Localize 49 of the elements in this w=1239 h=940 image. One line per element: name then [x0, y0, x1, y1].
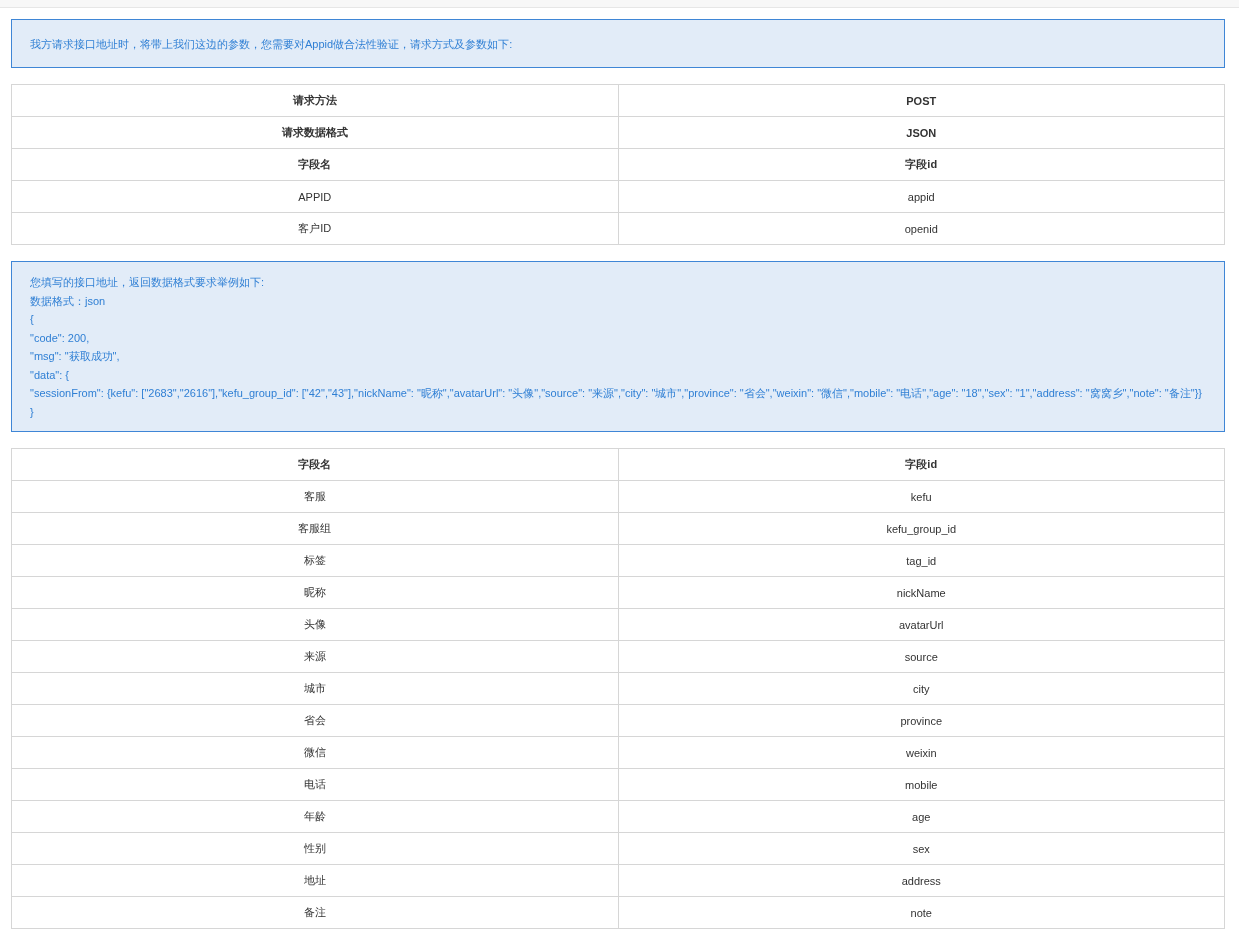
table-cell: avatarUrl — [618, 608, 1225, 641]
table-cell: 客户ID — [11, 212, 618, 245]
header-cell: POST — [618, 84, 1225, 117]
code-line: "msg": "获取成功", — [30, 349, 121, 364]
table-cell: 年龄 — [11, 800, 618, 833]
code-line: "data": { — [30, 367, 70, 383]
header-cell: 字段名 — [11, 448, 618, 481]
table-cell: 性别 — [11, 832, 618, 865]
table-cell: appid — [618, 180, 1225, 213]
table-cell: 电话 — [11, 768, 618, 801]
table-cell: openid — [618, 212, 1225, 245]
table-cell: kefu — [618, 480, 1225, 513]
header-cell: 字段名 — [11, 148, 618, 181]
table-cell: city — [618, 672, 1225, 705]
table-cell: 昵称 — [11, 576, 618, 609]
table-cell: kefu_group_id — [618, 512, 1225, 545]
table-cell: 客服 — [11, 480, 618, 513]
header-cell: 字段id — [618, 448, 1225, 481]
code-line: 您填写的接口地址，返回数据格式要求举例如下: — [30, 275, 266, 290]
table-cell: age — [618, 800, 1225, 833]
table-cell: 省会 — [11, 704, 618, 737]
table-cell: 备注 — [11, 896, 618, 929]
table-cell: sex — [618, 832, 1225, 865]
table-cell: 头像 — [11, 608, 618, 641]
table-cell: address — [618, 864, 1225, 897]
table-cell: 城市 — [11, 672, 618, 705]
header-cell: 请求方法 — [11, 84, 618, 117]
code-line: } — [30, 404, 35, 420]
info-notice: 我方请求接口地址时，将带上我们这边的参数，您需要对Appid做合法性验证，请求方式及参数如下: — [11, 19, 1225, 68]
header-cell: JSON — [618, 116, 1225, 149]
table-cell: nickName — [618, 576, 1225, 609]
table-cell: 标签 — [11, 544, 618, 577]
table-cell: APPID — [11, 180, 618, 213]
table-cell: 地址 — [11, 864, 618, 897]
table-cell: province — [618, 704, 1225, 737]
table-cell: source — [618, 640, 1225, 673]
table-cell: tag_id — [618, 544, 1225, 577]
code-line: 数据格式：json — [30, 293, 107, 309]
table-cell: 微信 — [11, 736, 618, 769]
table-cell: mobile — [618, 768, 1225, 801]
table-cell: 客服组 — [11, 512, 618, 545]
code-line: { — [30, 312, 35, 327]
code-line: "sessionFrom": {kefu": ["2683","2616"],"kefu_group_id": ["42","43"],"nickName": "昵称","avatarUrl": "头像","source": "来源","city": "城市","province": "省会","weixin": "微信","mobile": "电话","age": "18","sex": "1","address": "窝窝乡","note": "备注"}} — [30, 386, 1204, 401]
code-line: "code": 200, — [30, 330, 91, 346]
table-cell: note — [618, 896, 1225, 929]
table-cell: 来源 — [11, 640, 618, 673]
header-cell: 字段id — [618, 148, 1225, 181]
table-cell: weixin — [618, 736, 1225, 769]
header-cell: 请求数据格式 — [11, 116, 618, 149]
